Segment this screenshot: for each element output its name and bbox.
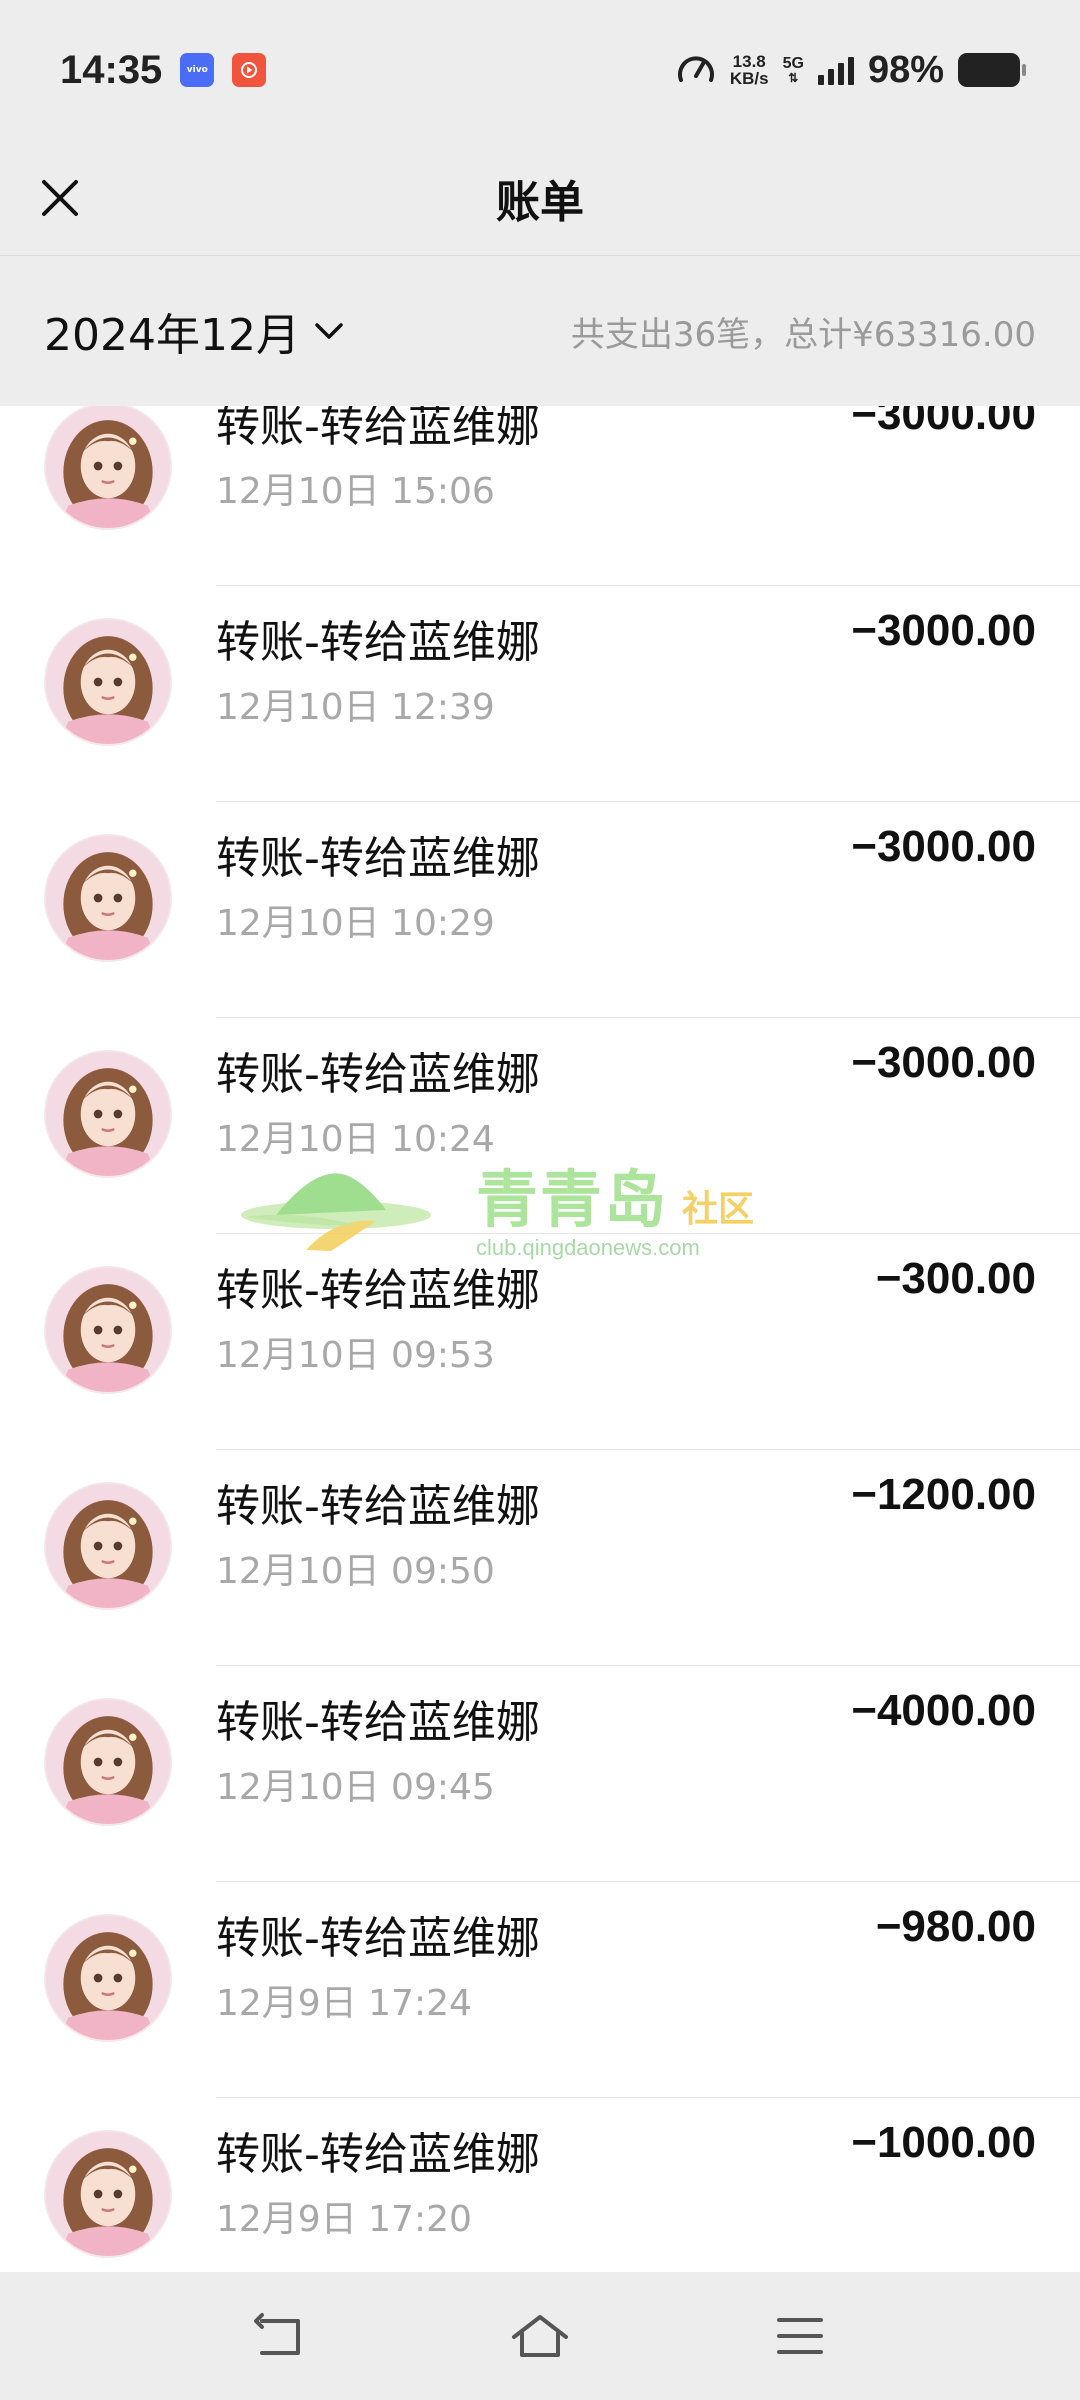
transaction-amount: −3000.00 bbox=[851, 1038, 1036, 1087]
transaction-title: 转账-转给蓝维娜 bbox=[216, 406, 540, 452]
transaction-row[interactable]: 转账-转给蓝维娜 12月10日 09:50 −1200.00 bbox=[0, 1450, 1080, 1666]
avatar bbox=[44, 1482, 172, 1610]
nav-header: 账单 bbox=[0, 140, 1080, 256]
transaction-amount: −1000.00 bbox=[851, 2118, 1036, 2167]
transaction-time: 12月10日 10:24 bbox=[216, 1119, 495, 1160]
transaction-time: 12月9日 17:24 bbox=[216, 1983, 472, 2024]
network-type: 5G ⇅ bbox=[782, 55, 804, 85]
avatar-portrait bbox=[46, 2132, 170, 2256]
avatar bbox=[44, 834, 172, 962]
transaction-amount: −3000.00 bbox=[851, 606, 1036, 655]
avatar bbox=[44, 1914, 172, 2042]
back-icon bbox=[254, 2313, 300, 2355]
transaction-title: 转账-转给蓝维娜 bbox=[216, 1481, 540, 1532]
avatar-portrait bbox=[46, 1484, 170, 1608]
transaction-title: 转账-转给蓝维娜 bbox=[216, 1049, 540, 1100]
transaction-amount: −1200.00 bbox=[851, 1470, 1036, 1519]
transaction-amount: −980.00 bbox=[875, 1902, 1036, 1951]
spending-summary: 共支出36笔，总计¥63316.00 bbox=[570, 314, 1036, 355]
menu-button[interactable] bbox=[765, 2301, 835, 2371]
transaction-amount: −4000.00 bbox=[851, 1686, 1036, 1735]
transaction-title: 转账-转给蓝维娜 bbox=[216, 1913, 540, 1964]
transaction-row[interactable]: 转账-转给蓝维娜 12月10日 15:06 −3000.00 bbox=[0, 406, 1080, 586]
month-picker[interactable]: 2024年12月 bbox=[44, 299, 344, 363]
month-label: 2024年12月 bbox=[44, 310, 300, 361]
avatar-portrait bbox=[46, 620, 170, 744]
signal-icon bbox=[817, 55, 854, 85]
status-time: 14:35 bbox=[60, 47, 163, 92]
close-icon bbox=[42, 180, 78, 216]
home-button[interactable] bbox=[505, 2301, 575, 2371]
net-speed: 13.8 KB/s bbox=[730, 53, 769, 87]
transaction-row[interactable]: 转账-转给蓝维娜 12月9日 17:20 −1000.00 bbox=[0, 2098, 1080, 2272]
transaction-amount: −300.00 bbox=[875, 1254, 1036, 1303]
net-speed-value: 13.8 bbox=[732, 52, 766, 71]
transaction-time: 12月9日 17:20 bbox=[216, 2199, 472, 2240]
video-app-icon bbox=[232, 53, 267, 87]
home-icon bbox=[512, 2315, 568, 2357]
filter-bar: 2024年12月 共支出36笔，总计¥63316.00 bbox=[0, 256, 1080, 406]
transaction-time: 12月10日 09:45 bbox=[216, 1767, 495, 1808]
chevron-down-icon bbox=[315, 323, 343, 339]
avatar bbox=[44, 618, 172, 746]
avatar-portrait bbox=[46, 836, 170, 960]
avatar-portrait bbox=[46, 1700, 170, 1824]
transaction-title: 转账-转给蓝维娜 bbox=[216, 833, 540, 884]
transaction-time: 12月10日 12:39 bbox=[216, 687, 495, 728]
transaction-row[interactable]: 转账-转给蓝维娜 12月10日 10:29 −3000.00 bbox=[0, 802, 1080, 1018]
transaction-title: 转账-转给蓝维娜 bbox=[216, 2129, 540, 2180]
vivo-app-icon: vivo bbox=[180, 53, 215, 87]
avatar bbox=[44, 1266, 172, 1394]
transaction-time: 12月10日 10:29 bbox=[216, 903, 495, 944]
network-label: 5G bbox=[782, 55, 804, 72]
system-nav-bar bbox=[0, 2272, 1080, 2400]
transaction-row[interactable]: 转账-转给蓝维娜 12月10日 10:24 −3000.00 bbox=[0, 1018, 1080, 1234]
transaction-row[interactable]: 转账-转给蓝维娜 12月10日 09:45 −4000.00 bbox=[0, 1666, 1080, 1882]
transaction-row[interactable]: 转账-转给蓝维娜 12月10日 09:53 −300.00 bbox=[0, 1234, 1080, 1450]
status-bar: 14:35 vivo 13.8 KB/s 5G ⇅ 98% bbox=[0, 0, 1080, 140]
net-speed-unit: KB/s bbox=[729, 69, 769, 88]
avatar-portrait bbox=[46, 1052, 170, 1176]
battery-icon bbox=[958, 53, 1026, 87]
status-right: 13.8 KB/s 5G ⇅ 98% bbox=[676, 48, 1026, 92]
battery-percent: 98% bbox=[867, 48, 944, 91]
status-left: 14:35 vivo bbox=[60, 47, 267, 93]
transaction-time: 12月10日 09:53 bbox=[216, 1335, 495, 1376]
transaction-row[interactable]: 转账-转给蓝维娜 12月10日 12:39 −3000.00 bbox=[0, 586, 1080, 802]
transaction-title: 转账-转给蓝维娜 bbox=[216, 617, 540, 668]
avatar bbox=[44, 2130, 172, 2258]
menu-icon bbox=[777, 2318, 823, 2354]
avatar bbox=[44, 406, 172, 530]
speedometer-icon bbox=[676, 50, 716, 90]
transaction-amount: −3000.00 bbox=[851, 822, 1036, 871]
transaction-time: 12月10日 09:50 bbox=[216, 1551, 495, 1592]
transaction-list[interactable]: 转账-转给蓝维娜 12月10日 15:06 −3000.00 转账-转给蓝维娜 … bbox=[0, 406, 1080, 2272]
transaction-title: 转账-转给蓝维娜 bbox=[216, 1697, 540, 1748]
avatar-portrait bbox=[46, 406, 170, 528]
avatar-portrait bbox=[46, 1268, 170, 1392]
page-title: 账单 bbox=[496, 176, 584, 228]
transaction-list-inner: 转账-转给蓝维娜 12月10日 15:06 −3000.00 转账-转给蓝维娜 … bbox=[0, 406, 1080, 2272]
transaction-title: 转账-转给蓝维娜 bbox=[216, 1265, 540, 1316]
transaction-amount: −3000.00 bbox=[851, 406, 1036, 439]
avatar bbox=[44, 1698, 172, 1826]
transaction-row[interactable]: 转账-转给蓝维娜 12月9日 17:24 −980.00 bbox=[0, 1882, 1080, 2098]
avatar-portrait bbox=[46, 1916, 170, 2040]
close-button[interactable] bbox=[30, 168, 90, 228]
data-arrows-icon: ⇅ bbox=[788, 71, 799, 85]
back-button[interactable] bbox=[245, 2301, 315, 2371]
avatar bbox=[44, 1050, 172, 1178]
transaction-time: 12月10日 15:06 bbox=[216, 471, 495, 512]
